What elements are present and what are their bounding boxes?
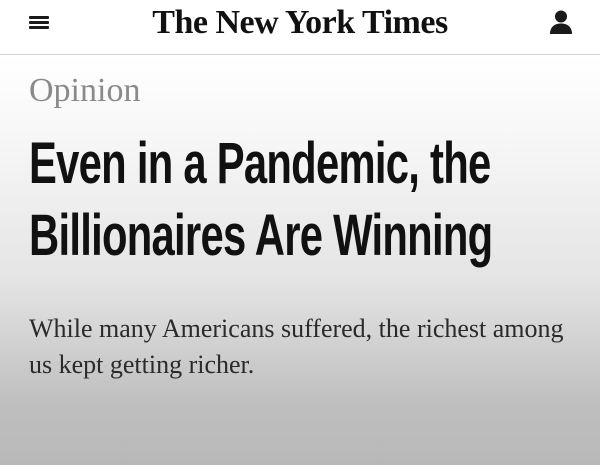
top-navigation-bar: The New York Times [0,0,600,55]
masthead-logo[interactable]: The New York Times [0,3,600,43]
article-summary: While many Americans suffered, the riche… [29,314,564,379]
article-headline[interactable]: Even in a Pandemic, the Billionaires Are… [29,128,591,272]
section-label[interactable]: Opinion [29,71,140,111]
account-button[interactable] [548,8,574,36]
person-icon [550,10,572,34]
